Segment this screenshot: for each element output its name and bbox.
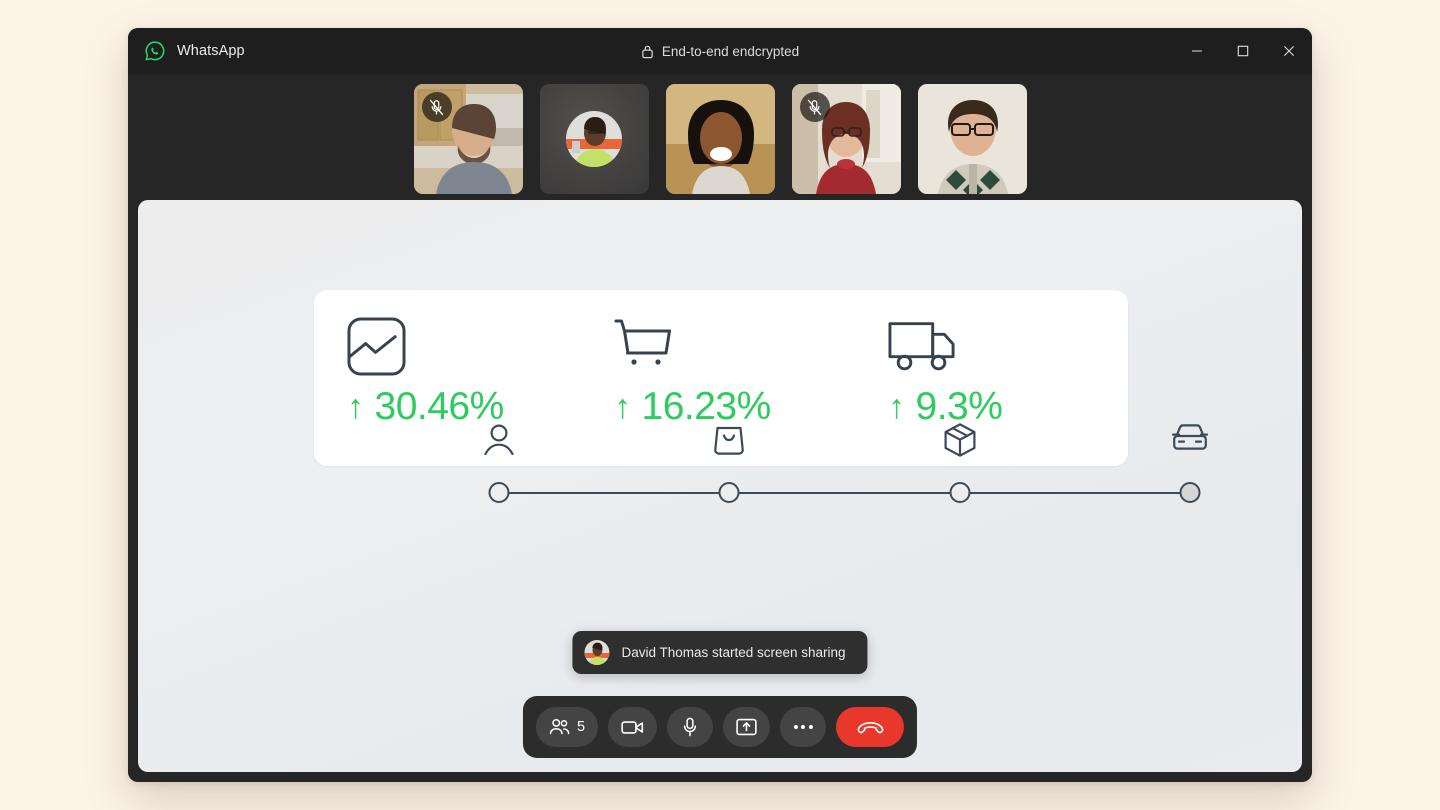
timeline-icons (483, 422, 1208, 468)
timeline-track (499, 492, 1189, 494)
delivery-truck-icon (888, 315, 1128, 377)
participant-tile-2[interactable] (539, 84, 649, 194)
timeline-dot-4[interactable] (1179, 481, 1201, 503)
package-box-icon (943, 422, 977, 458)
microphone-icon (682, 717, 698, 737)
call-control-bar: 5 (522, 696, 918, 758)
encryption-label: End-to-end endcrypted (661, 43, 800, 59)
mic-off-icon (799, 92, 830, 122)
minimize-button[interactable] (1174, 28, 1220, 74)
toast-message: David Thomas started screen sharing (621, 645, 846, 660)
shared-screen-stage: ↑ 30.46% ↑ 16.23% ↑ 9.3% David Thomas st… (138, 200, 1302, 772)
user-icon (483, 422, 515, 456)
share-screen-icon (736, 718, 757, 736)
avatar (566, 111, 622, 167)
app-title: WhatsApp (177, 43, 245, 59)
up-arrow-icon: ↑ (347, 388, 364, 426)
share-screen-button[interactable] (723, 707, 771, 747)
participant-tile-4[interactable] (791, 84, 901, 194)
participant-tile-3[interactable] (665, 84, 775, 194)
participant-tile-5[interactable] (917, 84, 1027, 194)
up-arrow-icon: ↑ (888, 388, 905, 426)
image-chart-icon (347, 315, 587, 377)
people-icon (549, 718, 570, 736)
shopping-cart-icon (614, 315, 854, 377)
close-button[interactable] (1266, 28, 1312, 74)
lock-icon (641, 44, 654, 59)
whatsapp-window: WhatsApp End-to-end endcrypted ↑ 30.46% … (128, 28, 1312, 782)
screen-share-toast: David Thomas started screen sharing (572, 631, 868, 674)
car-icon (1172, 422, 1208, 454)
participants-count: 5 (576, 719, 586, 735)
shopping-bag-icon (713, 422, 745, 456)
camera-button[interactable] (608, 707, 658, 747)
end-call-button[interactable] (836, 707, 905, 747)
hangup-phone-icon (857, 720, 884, 735)
up-arrow-icon: ↑ (614, 388, 631, 426)
more-dots-icon (793, 725, 813, 729)
timeline-dot-1[interactable] (488, 481, 510, 503)
whatsapp-logo-icon (144, 40, 166, 62)
titlebar: WhatsApp End-to-end endcrypted (128, 28, 1312, 74)
video-camera-icon (621, 719, 644, 736)
participant-strip (128, 74, 1312, 200)
more-options-button[interactable] (780, 707, 827, 747)
microphone-button[interactable] (667, 707, 714, 747)
maximize-button[interactable] (1220, 28, 1266, 74)
window-controls (1174, 28, 1312, 74)
order-progress-timeline (483, 422, 1208, 518)
participants-button[interactable]: 5 (535, 707, 599, 747)
avatar-icon (584, 640, 610, 665)
encryption-indicator: End-to-end endcrypted (128, 28, 1312, 74)
timeline-dot-3[interactable] (949, 481, 971, 503)
mic-off-icon (421, 92, 452, 122)
participant-tile-1[interactable] (413, 84, 523, 194)
app-brand: WhatsApp (128, 40, 245, 62)
timeline-dot-2[interactable] (718, 481, 740, 503)
